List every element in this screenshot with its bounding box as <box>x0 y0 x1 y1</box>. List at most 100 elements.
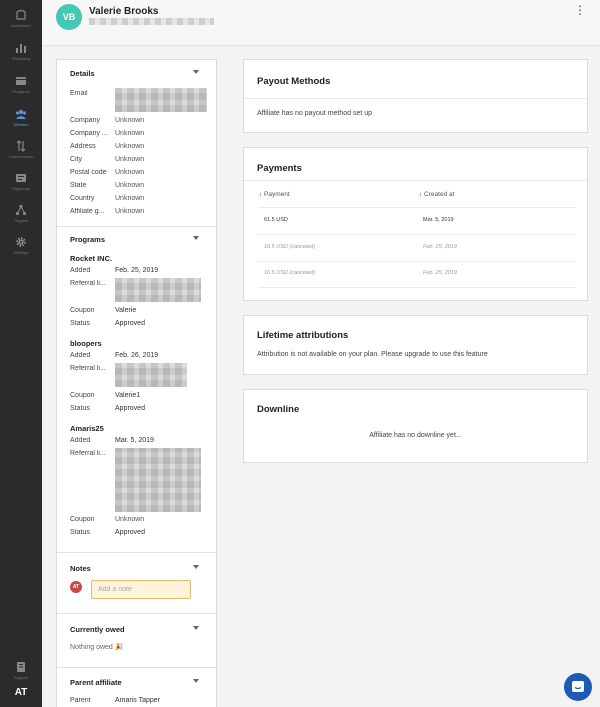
sidebar-item-affiliates[interactable]: Affiliates <box>0 108 42 138</box>
sidebar-item-settings[interactable]: Settings <box>0 236 42 266</box>
notes-section-header[interactable]: Notes <box>57 559 216 581</box>
owed-value: Nothing owed 🎉 <box>70 644 124 651</box>
divider <box>258 234 576 235</box>
detail-label: Status <box>70 320 90 327</box>
affiliate-header: VB Valerie Brooks ⋮ <box>42 0 600 46</box>
parent-affiliate-section-header[interactable]: Parent affiliate <box>57 673 216 695</box>
detail-value: Unknown <box>115 117 145 124</box>
note-author-avatar: AT <box>70 581 82 593</box>
section-title: Parent affiliate <box>70 678 122 687</box>
sidebar-item-label: Programs <box>12 89 30 94</box>
status-value: Approved <box>115 529 145 536</box>
payments-card: Payments ↕ Payment ↕ Created at 61.5 USD… <box>243 147 588 301</box>
sidebar-item-label: Affiliates <box>13 122 29 127</box>
detail-value: Valerie1 <box>115 392 141 399</box>
payment-column-header[interactable]: ↕ Payment <box>259 191 290 198</box>
program-name[interactable]: Amaris25 <box>70 424 104 433</box>
detail-value: Unknown <box>115 156 145 163</box>
downline-card: Downline Affiliate has no downline yet..… <box>243 389 588 463</box>
affiliate-avatar: VB <box>56 4 82 30</box>
detail-value: Unknown <box>115 208 145 215</box>
sidebar-item-commissions[interactable]: Commissions <box>0 140 42 170</box>
chat-icon <box>572 681 584 692</box>
details-section-header[interactable]: Details <box>57 64 216 86</box>
gear-icon <box>16 237 26 247</box>
affiliate-detail-panel: Details Email Company Unknown Company ..… <box>56 59 217 707</box>
detail-value: Unknown <box>115 169 145 176</box>
detail-label: Coupon <box>70 307 95 314</box>
commissions-icon <box>16 140 26 152</box>
sidebar-item-label: Settings <box>13 250 29 255</box>
detail-label: Parent <box>70 697 91 704</box>
affiliates-icon <box>15 109 27 119</box>
card-title: Downline <box>257 404 300 415</box>
detail-label: Address <box>70 143 96 150</box>
detail-value: Unknown <box>115 143 145 150</box>
chevron-down-icon <box>193 565 199 569</box>
chevron-down-icon <box>193 679 199 683</box>
detail-label: Added <box>70 437 91 444</box>
divider <box>57 667 216 668</box>
detail-label: Status <box>70 405 90 412</box>
more-options-icon[interactable]: ⋮ <box>574 4 586 16</box>
detail-value: Valerie <box>115 307 137 314</box>
detail-label: Affiliate g... <box>70 208 105 215</box>
parent-affiliate-link[interactable]: Amaris Tapper <box>115 697 160 704</box>
chevron-down-icon <box>193 626 199 630</box>
payment-date: Feb. 25, 2019 <box>423 244 457 250</box>
detail-label: Country <box>70 195 95 202</box>
programs-section-header[interactable]: Programs <box>57 230 216 252</box>
triggers-icon <box>15 204 27 216</box>
sidebar-item-triggers[interactable]: Triggers <box>0 204 42 234</box>
payments-icon <box>16 174 26 182</box>
detail-label: Coupon <box>70 516 95 523</box>
program-name[interactable]: Rocket INC. <box>70 254 112 263</box>
dashboard-icon <box>16 9 26 20</box>
sidebar-item-label: Payments <box>12 186 30 191</box>
lifetime-attributions-card: Lifetime attributions Attribution is not… <box>243 315 588 375</box>
program-name[interactable]: bloopers <box>70 339 102 348</box>
sidebar-item-label: Triggers <box>13 218 29 223</box>
detail-label: Coupon <box>70 392 95 399</box>
add-note-input[interactable] <box>91 580 191 599</box>
detail-label: Company ... <box>70 130 108 137</box>
divider <box>57 226 216 227</box>
chevron-down-icon <box>193 70 199 74</box>
redacted-email-value <box>115 88 207 112</box>
currently-owed-section-header[interactable]: Currently owed <box>57 620 216 642</box>
section-title: Notes <box>70 564 91 573</box>
sidebar-item-label: Support <box>13 675 28 680</box>
detail-label: Postal code <box>70 169 107 176</box>
status-value: Approved <box>115 405 145 412</box>
divider <box>57 552 216 553</box>
created-at-column-header[interactable]: ↕ Created at <box>419 191 454 198</box>
section-title: Details <box>70 69 95 78</box>
detail-value: Unknown <box>115 195 145 202</box>
detail-label: State <box>70 182 87 189</box>
sidebar-item-payments[interactable]: Payments <box>0 172 42 202</box>
divider <box>258 287 576 288</box>
chat-button[interactable] <box>564 673 592 701</box>
detail-label: Referral li... <box>70 450 106 457</box>
detail-label: Email <box>70 90 88 97</box>
sidebar-item-dashboard[interactable]: Dashboard <box>0 9 42 39</box>
detail-value: Feb. 25, 2019 <box>115 267 159 274</box>
detail-value: Unknown <box>115 516 145 523</box>
redacted-referral-link <box>115 363 187 387</box>
card-title: Payout Methods <box>257 76 331 87</box>
payout-methods-card: Payout Methods Affiliate has no payout m… <box>243 59 588 133</box>
divider <box>244 180 587 181</box>
detail-label: Company <box>70 117 100 124</box>
payment-amount: 16.5 USD (canceled) <box>264 270 316 276</box>
support-icon <box>17 662 25 672</box>
detail-label: Status <box>70 529 90 536</box>
detail-value: Mar. 5, 2019 <box>115 437 154 444</box>
user-initials[interactable]: AT <box>0 687 42 698</box>
sidebar-item-reporting[interactable]: Reporting <box>0 42 42 72</box>
detail-value: Feb. 26, 2019 <box>115 352 159 359</box>
payment-date: Feb. 25, 2019 <box>423 270 457 276</box>
redacted-referral-link <box>115 448 201 512</box>
sidebar-item-programs[interactable]: Programs <box>0 75 42 105</box>
divider <box>258 261 576 262</box>
divider <box>244 98 587 99</box>
